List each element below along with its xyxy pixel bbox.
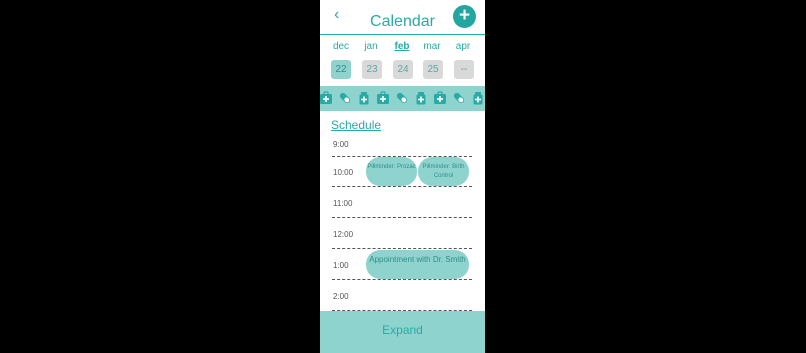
first-aid-kit-icon bbox=[376, 91, 390, 105]
event-pillminder-prozac[interactable]: Pillminder: Prozac bbox=[366, 157, 417, 186]
time-label-2: 2:00 bbox=[333, 292, 349, 301]
month-jan[interactable]: jan bbox=[356, 41, 386, 52]
first-aid-kit-icon bbox=[433, 91, 447, 105]
medical-icon-strip bbox=[320, 86, 485, 111]
first-aid-kit-icon bbox=[320, 91, 333, 105]
phone-screen: ‹ Calendar + dec jan feb mar apr 22 23 2… bbox=[320, 0, 485, 353]
pill-icon bbox=[395, 91, 409, 105]
month-selector: dec jan feb mar apr bbox=[320, 41, 485, 55]
month-apr[interactable]: apr bbox=[448, 41, 478, 52]
hour-divider bbox=[332, 248, 472, 249]
medicine-bottle-icon bbox=[471, 91, 485, 105]
medicine-bottle-icon bbox=[357, 91, 371, 105]
schedule-link[interactable]: Schedule bbox=[331, 118, 381, 132]
add-plus-icon[interactable]: + bbox=[453, 5, 476, 28]
event-pillminder-birth-control[interactable]: Pillminder: Birth Control bbox=[418, 157, 469, 186]
hour-divider bbox=[332, 217, 472, 218]
medicine-bottle-icon bbox=[414, 91, 428, 105]
day-25[interactable]: 25 bbox=[423, 60, 443, 79]
day-placeholder[interactable]: -- bbox=[454, 60, 474, 79]
day-22[interactable]: 22 bbox=[331, 60, 351, 79]
hour-divider bbox=[332, 186, 472, 187]
pill-icon bbox=[338, 91, 352, 105]
month-dec[interactable]: dec bbox=[326, 41, 356, 52]
time-label-9: 9:00 bbox=[333, 140, 349, 149]
day-24[interactable]: 24 bbox=[393, 60, 413, 79]
month-feb[interactable]: feb bbox=[387, 41, 417, 52]
day-23[interactable]: 23 bbox=[362, 60, 382, 79]
pill-icon bbox=[452, 91, 466, 105]
time-label-11: 11:00 bbox=[333, 199, 353, 208]
expand-button[interactable]: Expand bbox=[320, 311, 485, 353]
event-appointment-dr-smith[interactable]: Appointment with Dr. Smith bbox=[366, 250, 469, 279]
time-label-12: 12:00 bbox=[333, 230, 354, 239]
time-label-10: 10:00 bbox=[333, 168, 354, 177]
month-mar[interactable]: mar bbox=[417, 41, 447, 52]
time-label-1: 1:00 bbox=[333, 261, 349, 270]
header: ‹ Calendar + bbox=[320, 0, 485, 35]
hour-divider bbox=[332, 279, 472, 280]
day-selector: 22 23 24 25 -- bbox=[320, 60, 485, 80]
